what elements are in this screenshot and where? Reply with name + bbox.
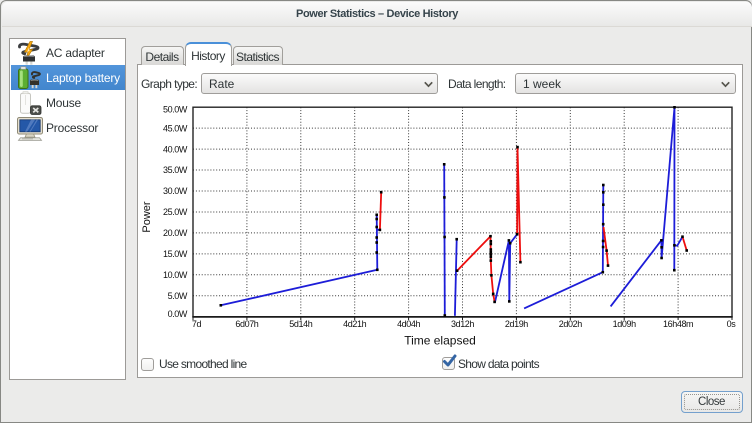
svg-text:Time elapsed: Time elapsed (404, 334, 476, 348)
svg-text:40.0W: 40.0W (163, 144, 188, 154)
svg-text:5d14h: 5d14h (289, 319, 312, 329)
svg-text:6d07h: 6d07h (235, 319, 258, 329)
svg-text:10.0W: 10.0W (163, 270, 188, 280)
svg-text:4d04h: 4d04h (397, 319, 420, 329)
svg-text:1d09h: 1d09h (613, 319, 636, 329)
svg-text:Power: Power (141, 201, 153, 233)
svg-text:25.0W: 25.0W (163, 207, 188, 217)
svg-text:0.0W: 0.0W (168, 309, 188, 319)
svg-text:16h48m: 16h48m (663, 319, 693, 329)
svg-text:30.0W: 30.0W (163, 186, 188, 196)
svg-text:4d21h: 4d21h (343, 319, 366, 329)
svg-text:50.0W: 50.0W (163, 105, 188, 115)
svg-text:45.0W: 45.0W (163, 123, 188, 133)
svg-text:20.0W: 20.0W (163, 228, 188, 238)
svg-text:2d02h: 2d02h (559, 319, 582, 329)
svg-text:15.0W: 15.0W (163, 249, 188, 259)
svg-text:35.0W: 35.0W (163, 165, 188, 175)
svg-text:0s: 0s (727, 319, 737, 329)
svg-text:2d19h: 2d19h (505, 319, 528, 329)
svg-text:7d: 7d (192, 319, 202, 329)
svg-text:5.0W: 5.0W (168, 291, 188, 301)
svg-text:3d12h: 3d12h (451, 319, 474, 329)
